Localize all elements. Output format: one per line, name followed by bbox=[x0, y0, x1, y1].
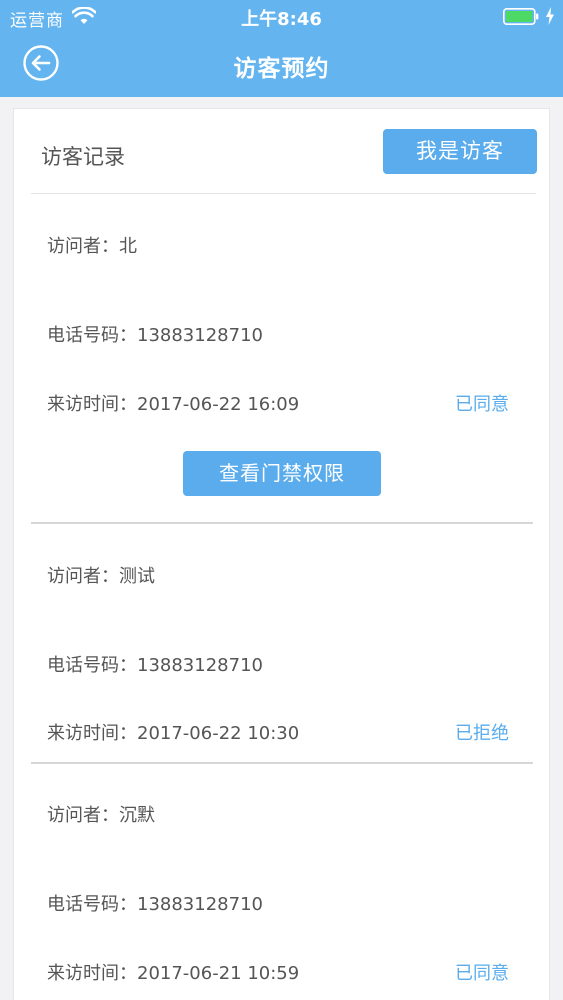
battery-icon bbox=[503, 8, 539, 25]
visitor-name-row: 访问者：沉默 bbox=[47, 801, 155, 827]
charging-bolt-icon bbox=[546, 7, 554, 25]
visitor-records-card: 访客记录 我是访客 访问者：北 电话号码：13883128710 来访时间：20… bbox=[13, 108, 550, 1000]
visit-time-label: 来访时间： bbox=[47, 963, 137, 984]
visitor-label: 访问者： bbox=[47, 236, 119, 257]
header-divider bbox=[31, 193, 536, 194]
status-time: 上午8:46 bbox=[241, 9, 322, 30]
visit-time-value: 2017-06-21 10:59 bbox=[137, 963, 300, 984]
visitor-name-row: 访问者：北 bbox=[47, 232, 137, 258]
record-divider bbox=[31, 522, 533, 524]
visitor-name-row: 访问者：测试 bbox=[47, 562, 155, 588]
screen: 运营商 上午8:46 访客预约 访客记录 我是访客 访问者：北 电话号码：138… bbox=[0, 0, 563, 1000]
visit-time-value: 2017-06-22 10:30 bbox=[137, 723, 300, 744]
record-divider bbox=[31, 762, 533, 764]
visit-time-row: 来访时间：2017-06-22 16:09 bbox=[47, 390, 299, 416]
visit-time-label: 来访时间： bbox=[47, 723, 137, 744]
visitor-name: 沉默 bbox=[119, 805, 155, 826]
status-bar: 运营商 上午8:46 bbox=[0, 0, 563, 32]
status-badge: 已同意 bbox=[455, 963, 509, 984]
status-badge: 已拒绝 bbox=[455, 723, 509, 744]
view-access-permission-button[interactable]: 查看门禁权限 bbox=[183, 451, 381, 496]
phone-value: 13883128710 bbox=[137, 894, 263, 915]
visitor-name: 测试 bbox=[119, 566, 155, 587]
visitor-name: 北 bbox=[119, 236, 137, 257]
header: 运营商 上午8:46 访客预约 bbox=[0, 0, 563, 97]
phone-value: 13883128710 bbox=[137, 325, 263, 346]
visit-time-value: 2017-06-22 16:09 bbox=[137, 394, 300, 415]
phone-row: 电话号码：13883128710 bbox=[47, 890, 263, 916]
visitor-label: 访问者： bbox=[47, 566, 119, 587]
phone-label: 电话号码： bbox=[47, 655, 137, 676]
card-title: 访客记录 bbox=[41, 145, 125, 169]
i-am-visitor-button[interactable]: 我是访客 bbox=[383, 129, 537, 174]
nav-bar: 访客预约 bbox=[0, 32, 563, 97]
phone-label: 电话号码： bbox=[47, 894, 137, 915]
status-badge: 已同意 bbox=[455, 394, 509, 415]
phone-row: 电话号码：13883128710 bbox=[47, 651, 263, 677]
card-header: 访客记录 我是访客 bbox=[14, 109, 551, 193]
phone-value: 13883128710 bbox=[137, 655, 263, 676]
visitor-label: 访问者： bbox=[47, 805, 119, 826]
visit-time-label: 来访时间： bbox=[47, 394, 137, 415]
page-title: 访客预约 bbox=[233, 56, 330, 82]
phone-label: 电话号码： bbox=[47, 325, 137, 346]
visit-time-row: 来访时间：2017-06-22 10:30 bbox=[47, 719, 299, 745]
visit-time-row: 来访时间：2017-06-21 10:59 bbox=[47, 959, 299, 985]
phone-row: 电话号码：13883128710 bbox=[47, 321, 263, 347]
